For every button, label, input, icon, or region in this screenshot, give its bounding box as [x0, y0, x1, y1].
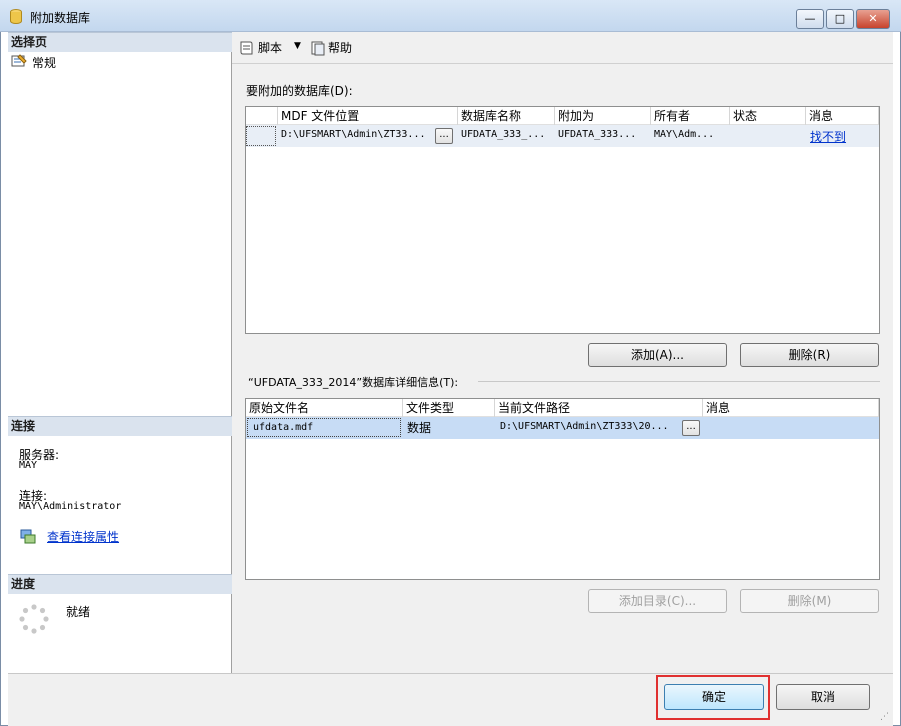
- message-not-found-link[interactable]: 找不到: [810, 128, 846, 145]
- script-label: 脚本: [258, 41, 283, 55]
- add-catalog-button[interactable]: 添加目录(C)...: [588, 589, 727, 613]
- row-selector[interactable]: [246, 126, 276, 146]
- connection-header: 连接: [8, 416, 232, 436]
- left-pane: 选择页 常规 连接 服务器: MAY 连接: MAY\Administrator…: [8, 32, 232, 673]
- remove-button[interactable]: 删除(R): [740, 343, 879, 367]
- properties-icon: [11, 54, 27, 68]
- chevron-down-icon[interactable]: ▼: [294, 41, 301, 51]
- browse-path-button[interactable]: ...: [682, 420, 700, 436]
- minimize-button[interactable]: —: [796, 9, 824, 29]
- script-icon: [238, 40, 254, 56]
- resize-grip-icon[interactable]: ⋰: [880, 712, 889, 722]
- connection-properties-icon: [20, 529, 36, 544]
- progress-status: 就绪: [66, 605, 91, 619]
- select-page-header: 选择页: [8, 32, 232, 52]
- owner-cell[interactable]: MAY\Adm...: [654, 129, 728, 140]
- view-connection-properties-link[interactable]: 查看连接属性: [47, 528, 119, 545]
- column-header[interactable]: 状态: [730, 107, 806, 125]
- table-row[interactable]: ufdata.mdf 数据 D:\UFSMART\Admin\ZT333\20.…: [246, 417, 879, 439]
- file-type-cell[interactable]: 数据: [407, 419, 431, 436]
- script-button[interactable]: 脚本 ▼: [238, 38, 308, 58]
- cancel-button[interactable]: 取消: [776, 684, 870, 710]
- remove-file-button[interactable]: 删除(M): [740, 589, 879, 613]
- attach-grid-label: 要附加的数据库(D):: [246, 84, 353, 98]
- close-button[interactable]: ✕: [856, 9, 890, 29]
- column-header[interactable]: 文件类型: [403, 399, 495, 417]
- column-header[interactable]: MDF 文件位置: [278, 107, 458, 125]
- details-grid-header: 原始文件名 文件类型 当前文件路径 消息: [246, 399, 879, 417]
- grid-header: MDF 文件位置 数据库名称 附加为 所有者 状态 消息: [246, 107, 879, 125]
- title-bar[interactable]: 附加数据库 — □ ✕: [0, 0, 901, 32]
- database-name-cell[interactable]: UFDATA_333_...: [461, 129, 553, 140]
- progress-spinner-icon: [19, 604, 49, 634]
- column-header[interactable]: 数据库名称: [458, 107, 555, 125]
- ok-button[interactable]: 确定: [664, 684, 764, 710]
- column-header[interactable]: 原始文件名: [246, 399, 403, 417]
- current-path-cell[interactable]: D:\UFSMART\Admin\ZT333\20...: [500, 421, 678, 432]
- main-panel: 要附加的数据库(D): MDF 文件位置 数据库名称 附加为 所有者 状态 消息…: [232, 64, 893, 673]
- dialog-footer: 确定 取消 ⋰: [8, 673, 893, 726]
- database-icon: [10, 9, 22, 24]
- progress-header: 进度: [8, 574, 232, 594]
- details-grid[interactable]: 原始文件名 文件类型 当前文件路径 消息 ufdata.mdf 数据 D:\UF…: [245, 398, 880, 580]
- browse-ellipsis-button[interactable]: ...: [435, 128, 453, 144]
- help-icon: [310, 40, 326, 56]
- add-button[interactable]: 添加(A)...: [588, 343, 727, 367]
- maximize-button[interactable]: □: [826, 9, 854, 29]
- page-item-general[interactable]: 常规: [11, 53, 211, 71]
- window-title: 附加数据库: [30, 11, 91, 25]
- column-header[interactable]: 所有者: [651, 107, 730, 125]
- attach-as-cell[interactable]: UFDATA_333...: [558, 129, 650, 140]
- column-header[interactable]: 附加为: [555, 107, 651, 125]
- table-row[interactable]: D:\UFSMART\Admin\ZT33... ... UFDATA_333_…: [246, 125, 879, 147]
- details-divider: [478, 381, 880, 382]
- column-header[interactable]: 消息: [703, 399, 879, 417]
- column-header[interactable]: 消息: [806, 107, 879, 125]
- help-label: 帮助: [328, 41, 353, 55]
- original-file-cell[interactable]: ufdata.mdf: [247, 418, 401, 437]
- column-header[interactable]: 当前文件路径: [495, 399, 703, 417]
- help-button[interactable]: 帮助: [310, 38, 370, 58]
- server-value: MAY: [19, 460, 38, 471]
- mdf-path-cell[interactable]: D:\UFSMART\Admin\ZT33...: [281, 129, 431, 140]
- connection-value: MAY\Administrator: [19, 501, 122, 512]
- attach-database-grid[interactable]: MDF 文件位置 数据库名称 附加为 所有者 状态 消息 D:\UFSMART\…: [245, 106, 880, 334]
- grid-header-corner: [246, 107, 278, 125]
- toolbar: 脚本 ▼ 帮助: [232, 32, 893, 64]
- details-label: “UFDATA_333_2014”数据库详细信息(T):: [248, 376, 459, 389]
- page-item-label: 常规: [32, 56, 57, 70]
